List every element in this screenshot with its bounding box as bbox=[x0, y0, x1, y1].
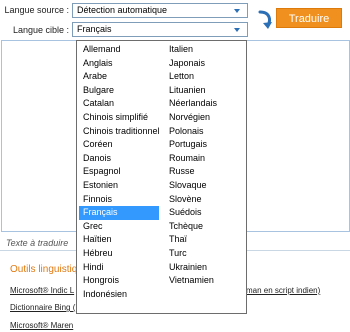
dropdown-column-right: Italien Japonais Letton Lituanien Néerlandai… bbox=[165, 43, 246, 288]
language-option[interactable]: Chinois traditionnel bbox=[79, 125, 160, 139]
language-option[interactable]: Lituanien bbox=[165, 84, 246, 98]
language-option[interactable]: Danois bbox=[79, 152, 159, 166]
language-option[interactable]: Allemand bbox=[79, 43, 159, 57]
chevron-down-icon bbox=[234, 9, 240, 13]
language-option[interactable]: Bulgare bbox=[79, 84, 159, 98]
language-option[interactable]: Finnois bbox=[79, 193, 159, 207]
language-option[interactable]: Chinois simplifié bbox=[79, 111, 159, 125]
target-language-label: Langue cible : bbox=[12, 25, 69, 35]
language-tools-title: Outils linguistiqu bbox=[10, 264, 83, 275]
language-option[interactable]: Ukrainien bbox=[165, 261, 246, 275]
chevron-down-icon bbox=[234, 28, 240, 32]
language-option[interactable]: Vietnamien bbox=[165, 274, 246, 288]
language-option[interactable]: Hongrois bbox=[79, 274, 159, 288]
target-language-value: Français bbox=[77, 24, 112, 34]
language-option[interactable]: Tchèque bbox=[165, 220, 246, 234]
language-option[interactable]: Japonais bbox=[165, 57, 246, 71]
tool-link-indic-continued[interactable]: man en script indien) bbox=[246, 286, 320, 295]
language-option[interactable]: Grec bbox=[79, 220, 159, 234]
target-language-dropdown[interactable]: Allemand Anglais Arabe Bulgare Catalan Chinoi… bbox=[76, 40, 247, 314]
language-option[interactable]: Néerlandais bbox=[165, 97, 246, 111]
language-option[interactable]: Russe bbox=[165, 165, 246, 179]
language-option[interactable]: Anglais bbox=[79, 57, 159, 71]
swap-arrow-icon[interactable] bbox=[256, 9, 274, 31]
language-option[interactable]: Italien bbox=[165, 43, 246, 57]
language-option[interactable]: Slovaque bbox=[165, 179, 246, 193]
language-option[interactable]: Indonésien bbox=[79, 288, 159, 302]
language-option[interactable]: Catalan bbox=[79, 97, 159, 111]
target-language-select[interactable]: Français bbox=[72, 22, 248, 37]
language-option[interactable]: Arabe bbox=[79, 70, 159, 84]
source-language-value: Détection automatique bbox=[77, 5, 168, 15]
translate-button[interactable]: Traduire bbox=[276, 8, 342, 28]
language-option[interactable]: Hindi bbox=[79, 261, 159, 275]
language-option[interactable]: Thaï bbox=[165, 233, 246, 247]
source-language-select[interactable]: Détection automatique bbox=[72, 3, 248, 18]
language-option[interactable]: Hébreu bbox=[79, 247, 159, 261]
source-language-label: Langue source : bbox=[4, 5, 69, 15]
language-option[interactable]: Roumain bbox=[165, 152, 246, 166]
language-option[interactable]: Espagnol bbox=[79, 165, 159, 179]
dropdown-column-left: Allemand Anglais Arabe Bulgare Catalan Chinoi… bbox=[79, 43, 160, 302]
tool-link-dictionary[interactable]: Dictionnaire Bing ( bbox=[10, 303, 75, 312]
language-option[interactable]: Estonien bbox=[79, 179, 159, 193]
language-option[interactable]: Portugais bbox=[165, 138, 246, 152]
tool-link-maren[interactable]: Microsoft® Maren bbox=[10, 321, 73, 330]
tool-link-indic[interactable]: Microsoft® Indic L bbox=[10, 286, 74, 295]
language-option[interactable]: Norvégien bbox=[165, 111, 246, 125]
language-option[interactable]: Haïtien bbox=[79, 233, 159, 247]
language-option[interactable]: Polonais bbox=[165, 125, 246, 139]
language-option[interactable]: Suédois bbox=[165, 206, 246, 220]
language-option[interactable]: Slovène bbox=[165, 193, 246, 207]
language-option[interactable]: Coréen bbox=[79, 138, 159, 152]
language-option[interactable]: Letton bbox=[165, 70, 246, 84]
target-text-placeholder: Texte à traduire bbox=[6, 238, 69, 248]
language-option[interactable]: Français bbox=[79, 206, 159, 220]
language-option[interactable]: Turc bbox=[165, 247, 246, 261]
